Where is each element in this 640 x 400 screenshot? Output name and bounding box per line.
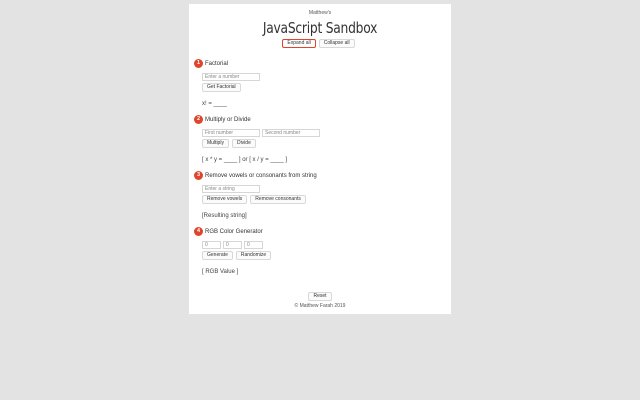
footer-copyright: © Matthew Farah 2019 <box>294 303 346 309</box>
section-title: RGB Color Generator <box>205 229 263 235</box>
remove-vowels-button[interactable]: Remove vowels <box>202 195 248 204</box>
remove-consonants-button[interactable]: Remove consonants <box>250 195 306 204</box>
collapse-all-button[interactable]: Collapse all <box>318 39 355 48</box>
generate-button[interactable]: Generate <box>202 251 233 260</box>
blue-value-input[interactable]: 0 <box>244 241 263 249</box>
page-card: Matthew's JavaScript Sandbox Expand all C… <box>189 4 451 314</box>
divide-button[interactable]: Divide <box>231 139 256 148</box>
section-header[interactable]: 1 Factorial <box>194 59 446 69</box>
section-header[interactable]: 4 RGB Color Generator <box>194 227 446 237</box>
top-actions: Expand all Collapse all <box>189 39 451 48</box>
randomize-button[interactable]: Randomize <box>235 251 272 260</box>
string-input[interactable]: Enter a string <box>202 185 260 193</box>
multiply-button[interactable]: Multiply <box>202 139 229 148</box>
second-number-input[interactable]: Second number <box>262 129 320 137</box>
section-rgb-generator: 4 RGB Color Generator 000 Generate Random… <box>194 227 446 275</box>
get-factorial-button[interactable]: Get Factorial <box>202 83 241 92</box>
factorial-number-input[interactable]: Enter a number <box>202 73 260 81</box>
page-subtitle: Matthew's <box>308 10 332 16</box>
first-number-input[interactable]: First number <box>202 129 260 137</box>
string-result: [Resulting string] <box>202 213 247 219</box>
section-number-badge: 2 <box>194 115 203 124</box>
section-factorial: 1 Factorial Enter a number Get Factorial… <box>194 59 446 107</box>
section-header[interactable]: 2 Multiply or Divide <box>194 115 446 125</box>
reset-area: Reset <box>189 292 451 301</box>
section-number-badge: 4 <box>194 227 203 236</box>
section-number-badge: 3 <box>194 171 203 180</box>
section-number-badge: 1 <box>194 59 203 68</box>
rgb-result: [ RGB Value ] <box>202 269 239 275</box>
multiply-divide-result: [ x * y = ____ ] or [ x / y = ____ ] <box>202 157 288 163</box>
section-multiply-divide: 2 Multiply or Divide First number Second … <box>194 115 446 163</box>
green-value-input[interactable]: 0 <box>223 241 242 249</box>
section-title: Factorial <box>205 61 229 67</box>
section-header[interactable]: 3 Remove vowels or consonants from strin… <box>194 171 446 181</box>
page-title: JavaScript Sandbox <box>262 19 378 37</box>
expand-all-button[interactable]: Expand all <box>282 39 316 48</box>
reset-button[interactable]: Reset <box>308 292 332 301</box>
section-remove-letters: 3 Remove vowels or consonants from strin… <box>194 171 446 219</box>
section-title: Remove vowels or consonants from string <box>205 173 317 179</box>
factorial-result: x! = ____ <box>202 101 227 107</box>
section-title: Multiply or Divide <box>205 117 251 123</box>
red-value-input[interactable]: 0 <box>202 241 221 249</box>
